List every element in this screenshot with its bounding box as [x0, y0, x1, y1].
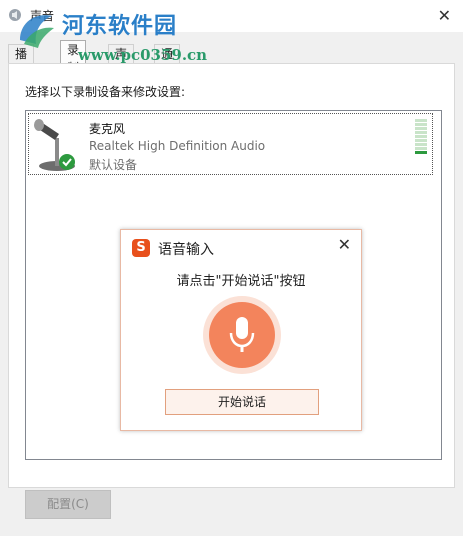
tab-sounds[interactable]: 声音: [108, 44, 135, 79]
configure-button[interactable]: 配置(C): [25, 490, 111, 519]
watermark-url: www.pc0359.cn: [78, 46, 208, 64]
instruction-text: 选择以下录制设备来修改设置:: [25, 85, 186, 99]
tab-communications[interactable]: 通信: [154, 44, 181, 79]
microphone-icon: [34, 119, 75, 171]
level-bar: [415, 119, 427, 122]
mic-button[interactable]: [209, 302, 275, 368]
level-bar: [415, 127, 427, 130]
voice-input-close-button[interactable]: ✕: [338, 235, 351, 254]
level-bar: [415, 131, 427, 134]
level-bar-lit: [415, 151, 427, 154]
check-badge-icon: [59, 154, 75, 170]
window-close-button[interactable]: ✕: [438, 6, 451, 25]
voice-input-hint: 请点击"开始说话"按钮: [176, 274, 306, 289]
level-bar: [415, 143, 427, 146]
device-driver: Realtek High Definition Audio: [89, 139, 266, 153]
sogou-logo-icon: S: [132, 239, 150, 257]
level-meter: [415, 119, 429, 159]
speaker-icon: [9, 9, 21, 21]
start-speaking-button[interactable]: 开始说话: [165, 389, 319, 415]
level-bar: [415, 123, 427, 126]
device-name: 麦克风: [89, 122, 126, 136]
level-bar: [415, 139, 427, 142]
level-bar: [415, 135, 427, 138]
voice-input-dialog: S 语音输入 ✕ 请点击"开始说话"按钮 开始说话: [120, 229, 362, 431]
voice-input-title: 语音输入: [158, 242, 214, 258]
level-bar: [415, 147, 427, 150]
device-row-microphone[interactable]: 麦克风 Realtek High Definition Audio 默认设备: [28, 113, 433, 175]
tab-playback[interactable]: 播放: [8, 44, 35, 79]
device-status: 默认设备: [89, 158, 138, 172]
microphone-icon: [229, 317, 255, 352]
window-titlebar: 声音 ✕: [0, 0, 463, 32]
window-title: 声音: [30, 9, 55, 23]
